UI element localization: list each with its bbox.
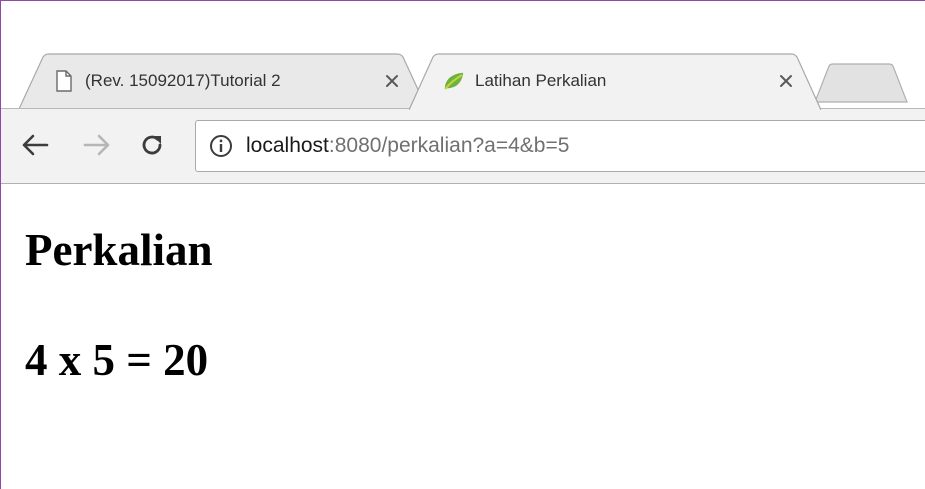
tab-latihan-perkalian[interactable]: Latihan Perkalian — [409, 53, 821, 110]
new-tab-button[interactable] — [813, 63, 909, 103]
info-icon[interactable] — [208, 133, 234, 159]
browser-window: (Rev. 15092017)Tutorial 2 Latihan Perkal… — [0, 0, 925, 489]
tab-latihan-close-icon[interactable] — [775, 70, 797, 92]
tab-tutorial[interactable]: (Rev. 15092017)Tutorial 2 — [19, 53, 427, 109]
tab-tutorial-title: (Rev. 15092017)Tutorial 2 — [85, 71, 281, 90]
address-url: localhost:8080/perkalian?a=4&b=5 — [246, 134, 569, 158]
back-arrow-icon[interactable] — [17, 127, 53, 163]
page-content: Perkalian 4 x 5 = 20 — [1, 184, 925, 489]
document-icon — [53, 70, 75, 92]
browser-toolbar: localhost:8080/perkalian?a=4&b=5 — [1, 108, 925, 184]
multiplication-result: 4 x 5 = 20 — [25, 335, 209, 385]
address-host: localhost — [246, 134, 329, 157]
tab-strip: (Rev. 15092017)Tutorial 2 Latihan Perkal… — [1, 1, 925, 110]
tab-tutorial-content: (Rev. 15092017)Tutorial 2 — [53, 53, 403, 109]
address-path: :8080/perkalian?a=4&b=5 — [328, 134, 570, 157]
page-title: Perkalian — [25, 225, 213, 275]
address-bar[interactable]: localhost:8080/perkalian?a=4&b=5 — [195, 120, 925, 172]
tab-tutorial-close-icon[interactable] — [381, 70, 403, 92]
forward-arrow-icon[interactable] — [79, 127, 115, 163]
tab-latihan-content: Latihan Perkalian — [443, 53, 797, 109]
tab-latihan-title: Latihan Perkalian — [475, 71, 607, 90]
reload-icon[interactable] — [134, 127, 170, 163]
spring-leaf-icon — [443, 70, 465, 92]
